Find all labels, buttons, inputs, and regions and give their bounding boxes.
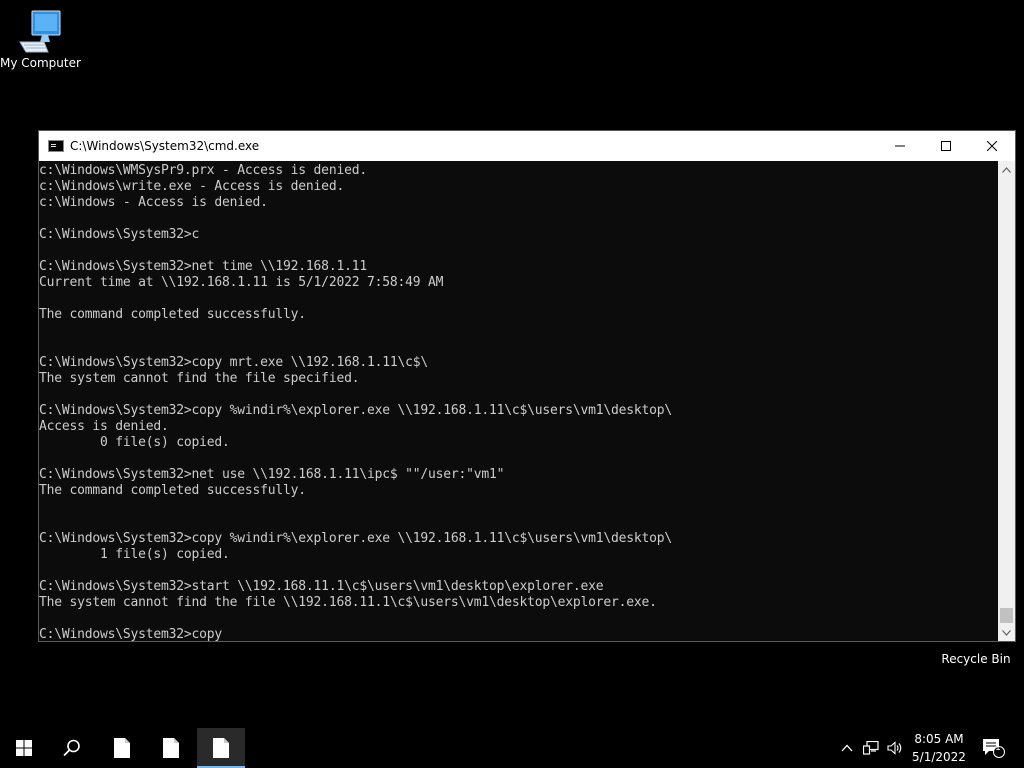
console-text: c:\Windows\WMSysPr9.prx - Access is deni… <box>39 163 673 641</box>
my-computer-label: My Computer <box>0 56 81 70</box>
console-output[interactable]: c:\Windows\WMSysPr9.prx - Access is deni… <box>39 161 999 641</box>
chevron-up-icon <box>841 744 853 752</box>
search-icon <box>63 739 80 757</box>
volume-icon <box>887 741 902 755</box>
chevron-down-icon <box>1002 629 1011 636</box>
title-bar[interactable]: C:\Windows\System32\cmd.exe <box>39 131 1015 161</box>
scroll-down-button[interactable] <box>998 624 1015 641</box>
window-title: C:\Windows\System32\cmd.exe <box>70 139 260 153</box>
minimize-icon <box>895 145 905 147</box>
notification-count: 1 <box>995 743 1001 753</box>
scroll-thumb[interactable] <box>1000 608 1013 623</box>
maximize-icon <box>941 141 951 151</box>
clock-time: 8:05 AM <box>914 732 964 746</box>
maximize-button[interactable] <box>923 131 969 161</box>
scroll-up-button[interactable] <box>998 161 1015 178</box>
taskbar-app-2[interactable] <box>147 728 195 768</box>
close-button[interactable] <box>969 131 1015 161</box>
volume-button[interactable] <box>884 728 906 768</box>
file-icon <box>114 738 130 758</box>
close-icon <box>987 141 997 151</box>
minimize-button[interactable] <box>877 131 923 161</box>
taskbar: 8:05 AM 5/1/2022 1 <box>0 728 1024 768</box>
network-button[interactable] <box>860 728 882 768</box>
cmd-app-icon <box>48 140 64 152</box>
start-button[interactable] <box>0 728 48 768</box>
vertical-scrollbar[interactable] <box>998 161 1015 641</box>
show-hidden-icons-button[interactable] <box>836 728 858 768</box>
file-icon <box>163 738 179 758</box>
search-button[interactable] <box>48 728 96 768</box>
network-icon <box>863 741 879 755</box>
clock-date: 5/1/2022 <box>912 750 966 764</box>
chevron-up-icon <box>1002 166 1011 173</box>
recycle-bin-label: Recycle Bin <box>941 652 1011 666</box>
my-computer-desktop-icon[interactable]: My Computer <box>0 8 81 70</box>
taskbar-app-cmd-active[interactable] <box>197 728 245 768</box>
computer-icon <box>19 10 61 53</box>
taskbar-clock[interactable]: 8:05 AM 5/1/2022 <box>904 730 974 766</box>
file-icon <box>213 738 229 758</box>
taskbar-app-1[interactable] <box>98 728 146 768</box>
start-windows-icon <box>16 740 32 756</box>
cmd-window[interactable]: C:\Windows\System32\cmd.exe c:\Windows\W… <box>38 130 1016 642</box>
notification-center-button[interactable]: 1 <box>978 728 1008 768</box>
